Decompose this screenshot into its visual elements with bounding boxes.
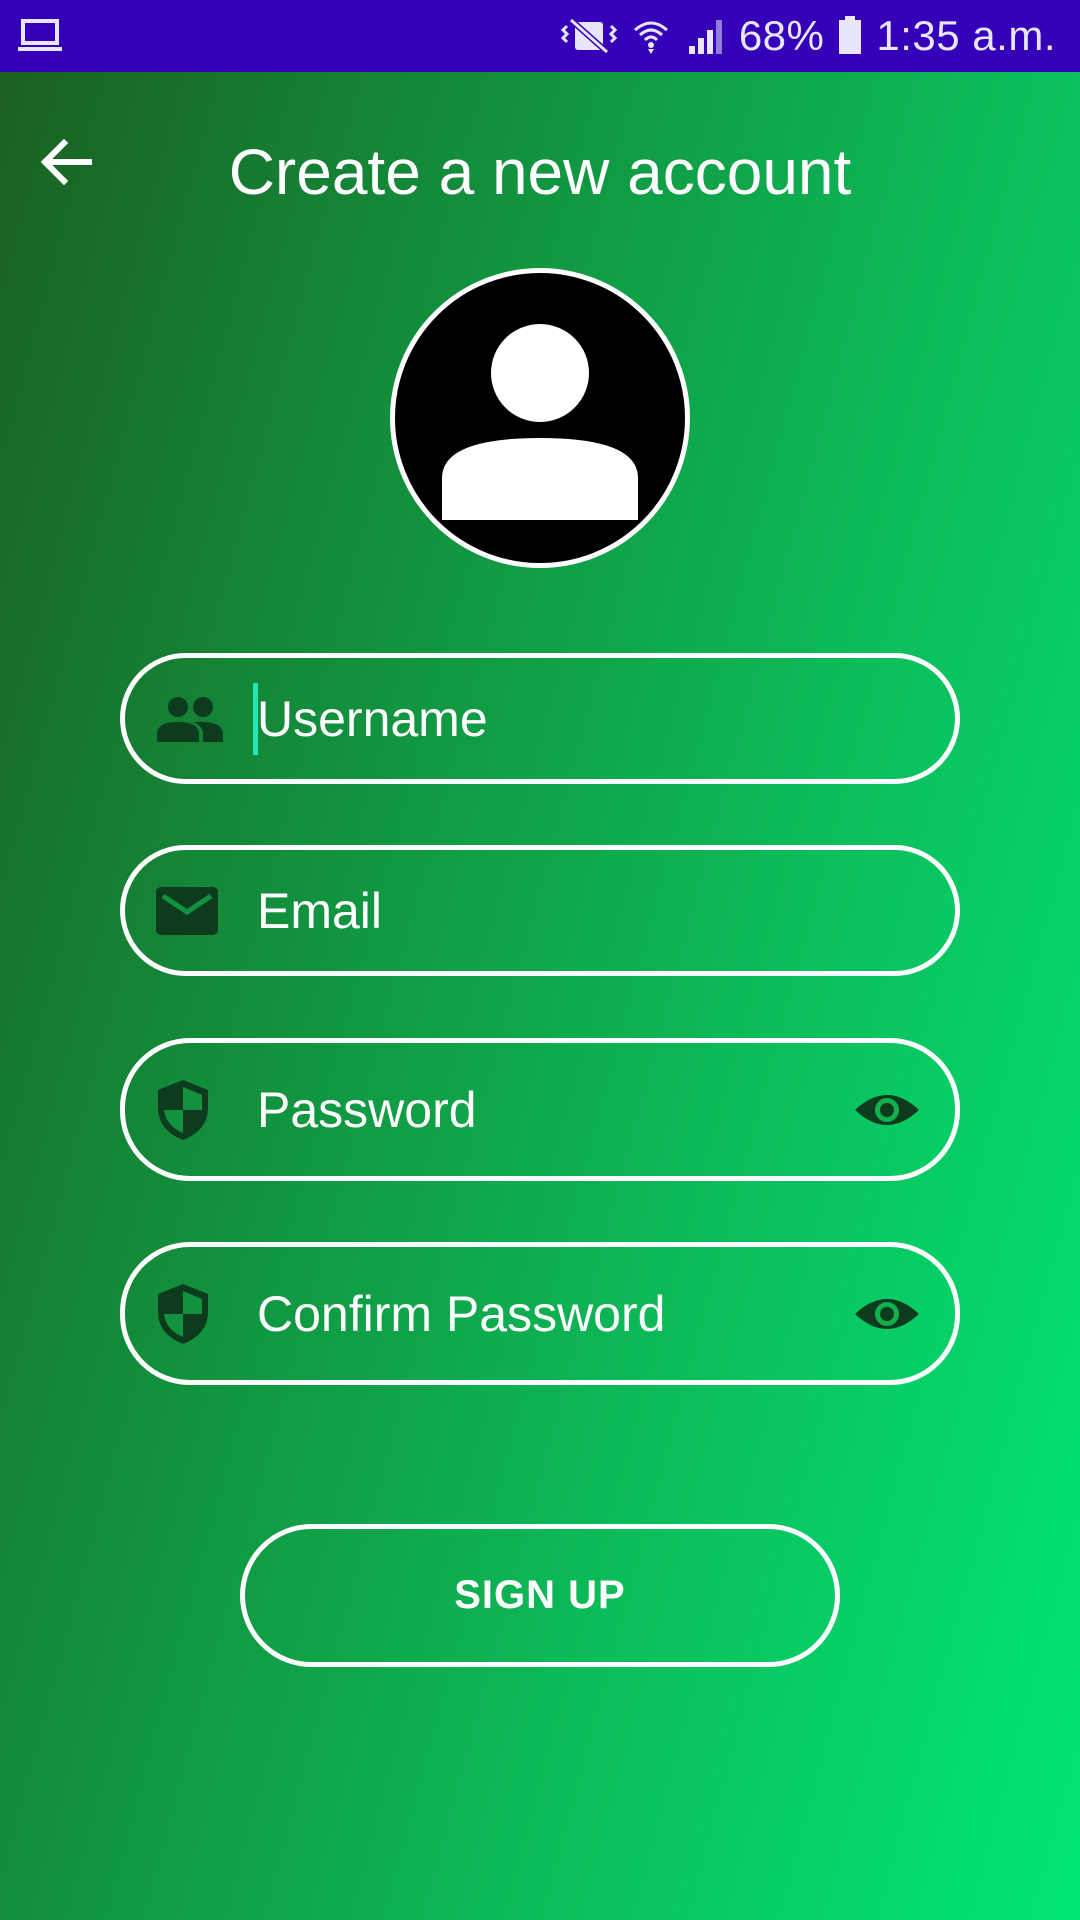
shield-icon <box>155 1078 211 1142</box>
profile-avatar[interactable] <box>390 268 690 568</box>
page-title: Create a new account <box>228 136 852 208</box>
shield-icon <box>155 1282 211 1346</box>
person-avatar-icon <box>395 273 685 563</box>
wifi-icon <box>631 16 671 56</box>
username-field[interactable]: Username <box>120 653 960 784</box>
group-icon <box>155 696 225 742</box>
password-input[interactable]: Password <box>257 1080 477 1140</box>
email-field[interactable]: Email <box>120 845 960 976</box>
battery-icon <box>838 16 862 56</box>
password-field[interactable]: Password <box>120 1038 960 1181</box>
eye-icon[interactable] <box>853 1088 921 1132</box>
laptop-icon <box>18 18 62 59</box>
status-bar: 68% 1:35 a.m. <box>0 0 1080 72</box>
status-icons: 68% 1:35 a.m. <box>560 0 1056 72</box>
email-icon <box>155 886 219 936</box>
email-input[interactable]: Email <box>257 881 382 941</box>
confirm-password-input[interactable]: Confirm Password <box>257 1284 665 1344</box>
vibrate-mute-icon <box>560 16 617 56</box>
cell-signal-icon <box>685 16 725 56</box>
battery-percent: 68% <box>738 12 825 59</box>
confirm-password-field[interactable]: Confirm Password <box>120 1242 960 1385</box>
eye-icon[interactable] <box>853 1292 921 1336</box>
signup-button[interactable]: SIGN UP <box>240 1524 840 1667</box>
clock: 1:35 a.m. <box>876 12 1056 59</box>
username-input[interactable]: Username <box>257 689 488 749</box>
